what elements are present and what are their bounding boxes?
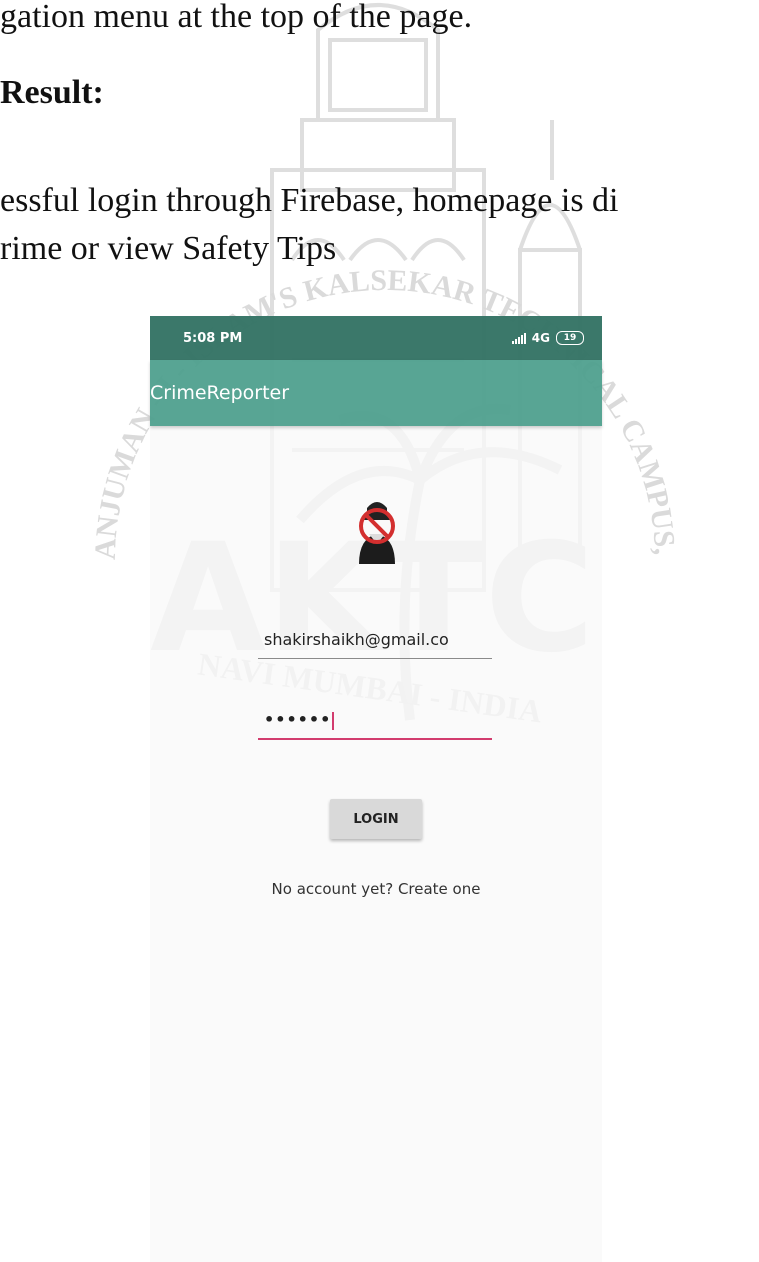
app-title: CrimeReporter (150, 382, 290, 404)
doc-line-4: rime or view Safety Tips (0, 230, 337, 267)
doc-line-3: essful login through Firebase, homepage … (0, 182, 619, 219)
network-type: 4G (531, 331, 550, 345)
app-bar: CrimeReporter (150, 360, 602, 426)
status-bar: 5:08 PM 4G 19 (150, 316, 602, 360)
text-cursor (332, 711, 335, 730)
battery-level: 19 (563, 333, 577, 343)
password-value: •••••• (264, 710, 332, 729)
battery-icon: 19 (556, 331, 584, 345)
create-account-link[interactable]: No account yet? Create one (150, 880, 602, 898)
phone-screenshot: 5:08 PM 4G 19 CrimeReporter shakirshaikh… (150, 316, 602, 1262)
status-icons: 4G 19 (511, 331, 584, 345)
no-thief-icon (359, 502, 395, 564)
signal-icon (511, 332, 526, 344)
password-field[interactable]: •••••• (258, 706, 492, 740)
doc-line-1: gation menu at the top of the page. (0, 0, 473, 35)
email-value: shakirshaikh@gmail.co (264, 630, 449, 649)
doc-result-heading: Result: (0, 74, 104, 111)
login-button[interactable]: LOGIN (330, 799, 422, 839)
email-field[interactable]: shakirshaikh@gmail.co (258, 626, 492, 659)
status-time: 5:08 PM (183, 330, 243, 346)
